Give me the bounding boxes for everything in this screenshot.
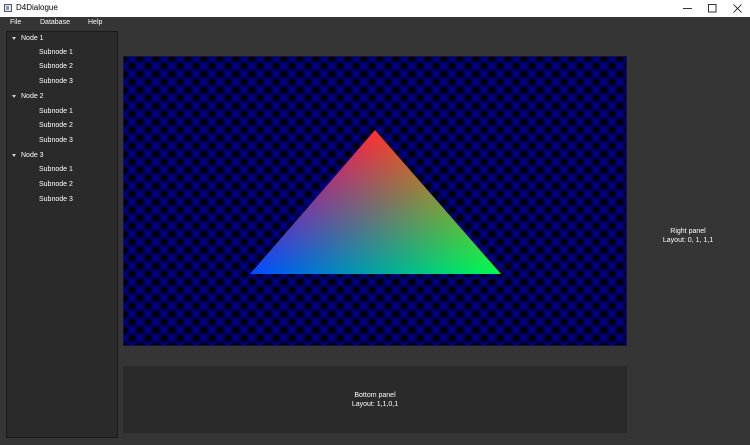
tree-subnode[interactable]: Subnode 1 xyxy=(7,106,117,118)
right-panel-text: Right panel Layout: 0, 1, 1,1 xyxy=(632,227,744,245)
right-panel-layout: Layout: 0, 1, 1,1 xyxy=(662,237,714,244)
right-panel: Right panel Layout: 0, 1, 1,1 xyxy=(632,60,744,410)
minimize-icon xyxy=(683,8,692,9)
tree-subnode[interactable]: Subnode 2 xyxy=(7,120,117,132)
window-title: D4Dialogue xyxy=(16,3,58,12)
tree-subnode[interactable]: Subnode 3 xyxy=(7,194,117,206)
tree-subnode-label: Subnode 3 xyxy=(39,78,73,85)
tree-node-1[interactable]: Node 1 xyxy=(7,33,117,45)
tree-subnode-label: Subnode 1 xyxy=(39,49,73,56)
right-panel-title: Right panel xyxy=(670,228,706,235)
tree-node-2[interactable]: Node 2 xyxy=(7,91,117,103)
bottom-panel-title: Bottom panel xyxy=(354,392,396,399)
tree-subnode[interactable]: Subnode 3 xyxy=(7,135,117,147)
tree-subnode[interactable]: Subnode 3 xyxy=(7,76,117,88)
minimize-button[interactable] xyxy=(674,0,702,17)
close-button[interactable] xyxy=(724,0,750,17)
expand-arrow-icon[interactable] xyxy=(12,37,16,40)
tree-subnode[interactable]: Subnode 2 xyxy=(7,179,117,191)
tree-view[interactable]: Node 1 Subnode 1 Subnode 2 Subnode 3 Nod… xyxy=(6,31,118,438)
tree-node-label: Node 3 xyxy=(21,152,44,159)
bottom-panel-text: Bottom panel Layout: 1,1,0,1 xyxy=(123,391,627,409)
tree-node-label: Node 1 xyxy=(21,35,44,42)
menu-database[interactable]: Database xyxy=(40,18,70,28)
tree-subnode-label: Subnode 3 xyxy=(39,196,73,203)
tree-subnode-label: Subnode 3 xyxy=(39,137,73,144)
tree-node-3[interactable]: Node 3 xyxy=(7,150,117,162)
tree-subnode-label: Subnode 2 xyxy=(39,122,73,129)
tree-subnode-label: Subnode 1 xyxy=(39,166,73,173)
maximize-icon xyxy=(708,4,717,13)
tree-subnode[interactable]: Subnode 2 xyxy=(7,61,117,73)
app-window: D4Dialogue File Database Help Node 1 Sub… xyxy=(0,0,750,445)
render-viewport[interactable] xyxy=(123,56,627,346)
tree-subnode-label: Subnode 2 xyxy=(39,181,73,188)
app-icon xyxy=(4,4,12,12)
tree-subnode[interactable]: Subnode 1 xyxy=(7,47,117,59)
menu-bar: File Database Help xyxy=(0,17,750,29)
bottom-panel: Bottom panel Layout: 1,1,0,1 xyxy=(123,366,627,433)
menu-help[interactable]: Help xyxy=(88,18,102,28)
expand-arrow-icon[interactable] xyxy=(12,95,16,98)
expand-arrow-icon[interactable] xyxy=(12,154,16,157)
rendered-triangle xyxy=(250,130,501,274)
bottom-panel-layout: Layout: 1,1,0,1 xyxy=(351,401,399,408)
menu-file[interactable]: File xyxy=(10,18,21,28)
maximize-button[interactable] xyxy=(699,0,727,17)
close-icon xyxy=(733,4,742,13)
tree-subnode-label: Subnode 2 xyxy=(39,63,73,70)
title-bar[interactable]: D4Dialogue xyxy=(0,0,750,17)
tree-node-label: Node 2 xyxy=(21,93,44,100)
tree-subnode-label: Subnode 1 xyxy=(39,108,73,115)
tree-subnode[interactable]: Subnode 1 xyxy=(7,164,117,176)
